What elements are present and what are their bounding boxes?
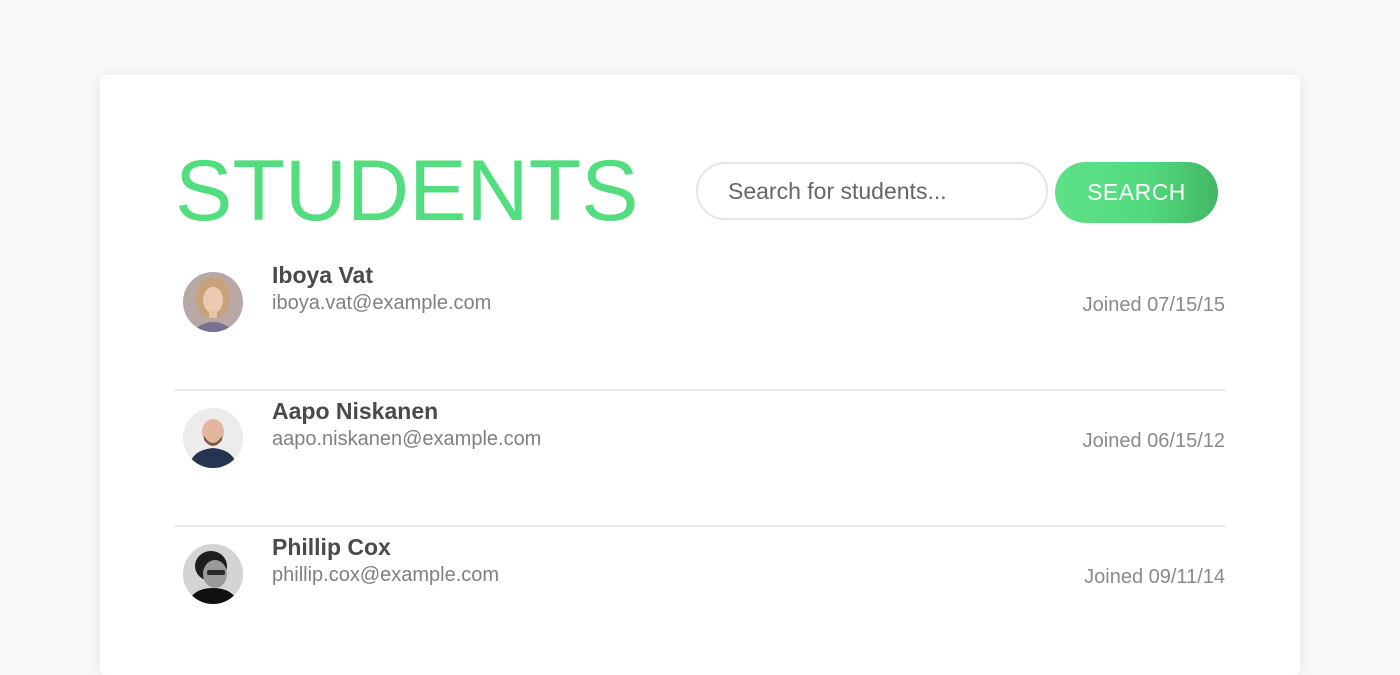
student-email: phillip.cox@example.com: [272, 564, 500, 586]
list-item[interactable]: Phillip Cox phillip.cox@example.com Join…: [175, 527, 1225, 663]
students-card: STUDENTS SEARCH Iboya Vat iboya.vat@exam…: [100, 75, 1300, 675]
avatar-photo-icon: [183, 272, 243, 332]
student-email: aapo.niskanen@example.com: [272, 428, 542, 450]
avatar[interactable]: [183, 272, 243, 332]
student-joined-date: Joined 07/15/15: [1082, 294, 1225, 316]
student-list: Iboya Vat iboya.vat@example.com Joined 0…: [175, 255, 1225, 663]
avatar-photo-icon: [183, 544, 243, 604]
student-joined-date: Joined 06/15/12: [1082, 430, 1225, 452]
avatar-photo-icon: [183, 408, 243, 468]
student-name: Aapo Niskanen: [272, 398, 439, 424]
student-name: Iboya Vat: [272, 262, 373, 288]
avatar[interactable]: [183, 544, 243, 604]
student-email: iboya.vat@example.com: [272, 292, 492, 314]
list-item[interactable]: Iboya Vat iboya.vat@example.com Joined 0…: [175, 255, 1225, 391]
avatar[interactable]: [183, 408, 243, 468]
page-title: STUDENTS: [175, 143, 639, 239]
student-joined-date: Joined 09/11/14: [1084, 566, 1225, 588]
student-name: Phillip Cox: [272, 534, 391, 560]
search-input[interactable]: [696, 162, 1048, 220]
search-button[interactable]: SEARCH: [1055, 162, 1218, 223]
list-item[interactable]: Aapo Niskanen aapo.niskanen@example.com …: [175, 391, 1225, 527]
